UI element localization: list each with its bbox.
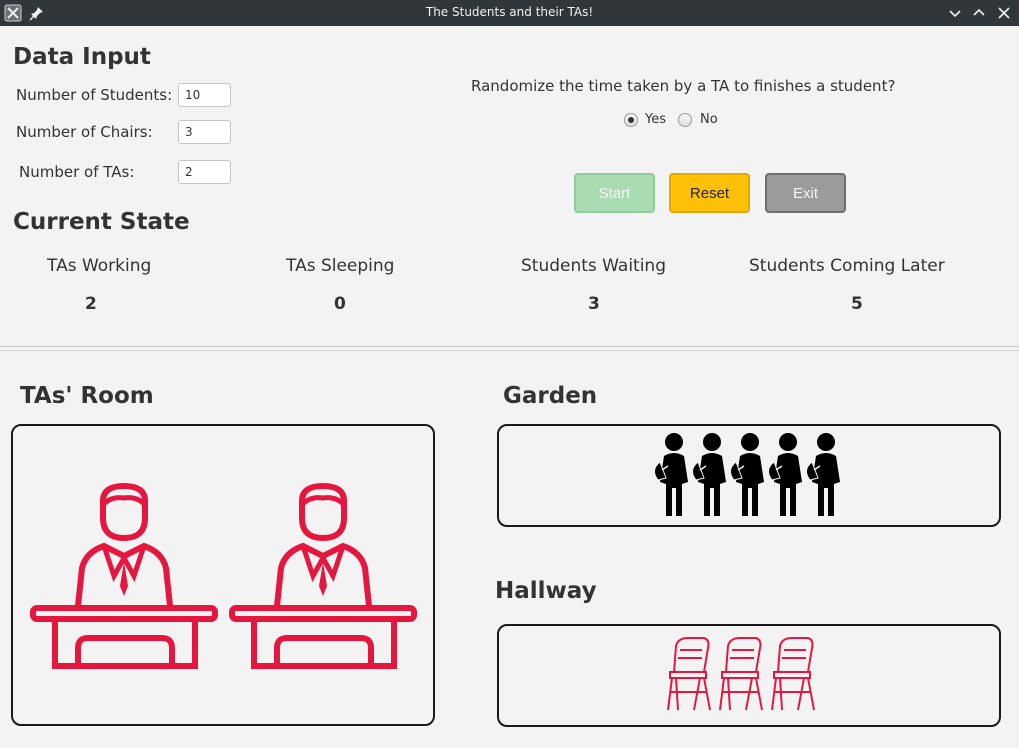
start-button[interactable]: Start bbox=[574, 173, 655, 213]
tas-working-value: 2 bbox=[85, 294, 97, 314]
chairs-label: Number of Chairs: bbox=[16, 123, 153, 141]
window-titlebar: The Students and their TAs! bbox=[0, 0, 1019, 26]
maximize-button[interactable] bbox=[970, 4, 988, 22]
minimize-button[interactable] bbox=[946, 4, 964, 22]
garden-panel bbox=[497, 424, 1001, 527]
window-title: The Students and their TAs! bbox=[425, 5, 594, 19]
close-button[interactable] bbox=[995, 4, 1013, 22]
radio-no-label[interactable]: No bbox=[700, 112, 718, 127]
radio-no[interactable] bbox=[678, 113, 692, 127]
data-input-heading: Data Input bbox=[13, 44, 151, 70]
tas-sleeping-value: 0 bbox=[334, 294, 346, 314]
section-divider-2 bbox=[0, 350, 1019, 351]
chairs-input[interactable]: 3 bbox=[178, 120, 231, 144]
students-label: Number of Students: bbox=[16, 86, 173, 104]
students-later-label: Students Coming Later bbox=[749, 256, 945, 276]
tas-room-panel bbox=[11, 424, 435, 726]
tas-working-label: TAs Working bbox=[47, 256, 152, 276]
tas-sleeping-label: TAs Sleeping bbox=[286, 256, 395, 276]
radio-yes[interactable] bbox=[624, 113, 638, 127]
exit-button[interactable]: Exit bbox=[765, 173, 846, 213]
radio-yes-dot bbox=[628, 117, 634, 123]
tas-label: Number of TAs: bbox=[19, 163, 135, 181]
students-later-value: 5 bbox=[851, 294, 863, 314]
students-waiting-value: 3 bbox=[588, 294, 600, 314]
garden-heading: Garden bbox=[503, 383, 598, 409]
reset-button[interactable]: Reset bbox=[669, 173, 750, 213]
hallway-panel bbox=[497, 624, 1001, 727]
randomize-question: Randomize the time taken by a TA to fini… bbox=[471, 77, 896, 95]
students-input[interactable]: 10 bbox=[178, 83, 231, 107]
students-waiting-label: Students Waiting bbox=[521, 256, 666, 276]
radio-yes-label[interactable]: Yes bbox=[645, 112, 666, 127]
hallway-heading: Hallway bbox=[495, 578, 597, 604]
current-state-heading: Current State bbox=[13, 209, 190, 235]
tas-input[interactable]: 2 bbox=[178, 160, 231, 184]
tas-room-heading: TAs' Room bbox=[20, 383, 154, 409]
section-divider bbox=[0, 346, 1019, 347]
